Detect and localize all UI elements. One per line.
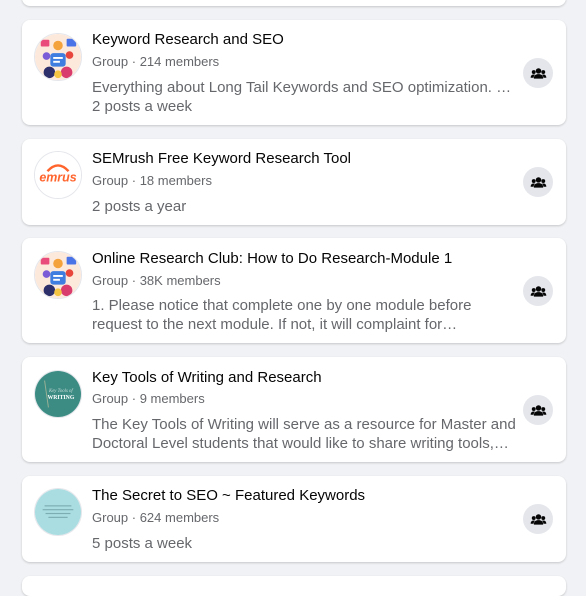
svg-text:Key Tools of: Key Tools of	[48, 389, 73, 394]
group-name[interactable]: Key Tools of Writing and Research	[92, 369, 516, 386]
member-count: 9 members	[139, 391, 205, 406]
description-line: Everything about Long Tail Keywords and …	[92, 79, 516, 96]
group-avatar[interactable]: emrus	[34, 151, 82, 199]
group-meta: Group · 624 members	[92, 510, 516, 525]
group-type: Group	[92, 510, 129, 525]
meta-separator: ·	[128, 173, 140, 188]
description-line: request to the next module. If not, it w…	[92, 316, 458, 333]
group-meta: Group · 18 members	[92, 173, 516, 188]
group-type: Group	[92, 173, 129, 188]
group-action-button[interactable]	[523, 395, 553, 425]
semrush-logo-text: emrus	[39, 171, 76, 185]
meta-separator: ·	[128, 510, 140, 525]
people-icon	[530, 285, 546, 297]
group-meta: Group · 38K members	[92, 273, 516, 288]
group-action-button[interactable]	[523, 167, 553, 197]
people-icon	[530, 176, 546, 188]
group-description: 1. Please notice that complete one by on…	[92, 296, 516, 334]
group-card[interactable]: emrus SEMrush Free Keyword Research Tool…	[22, 139, 566, 225]
post-frequency: 5 posts a week	[92, 535, 193, 552]
meta-separator: ·	[128, 391, 140, 406]
member-count: 214 members	[139, 54, 220, 69]
group-name[interactable]: SEMrush Free Keyword Research Tool	[92, 150, 516, 167]
group-avatar[interactable]: Key Tools of WRITING	[34, 370, 82, 418]
group-action-button[interactable]	[523, 58, 553, 88]
description-line: 1. Please notice that complete one by on…	[92, 297, 472, 314]
group-avatar[interactable]	[34, 251, 82, 299]
group-description: 2 posts a year	[92, 197, 516, 216]
group-card[interactable]: Key Tools of WRITING Key Tools of Writin…	[22, 357, 566, 462]
post-frequency: 2 posts a week	[92, 98, 193, 115]
meta-separator: ·	[128, 273, 140, 288]
description-line: The Key Tools of Writing will serve as a…	[92, 416, 516, 433]
group-description: The Key Tools of Writing will serve as a…	[92, 415, 516, 453]
group-meta: Group · 214 members	[92, 54, 516, 69]
group-name[interactable]: Online Research Club: How to Do Research…	[92, 250, 516, 267]
group-card[interactable]: The Secret to SEO ~ Featured Keywords Gr…	[22, 476, 566, 562]
group-description: 5 posts a week	[92, 534, 516, 553]
group-meta: Group · 9 members	[92, 391, 516, 406]
group-avatar[interactable]	[34, 488, 82, 536]
post-frequency: 2 posts a year	[92, 198, 187, 215]
people-icon	[530, 67, 546, 79]
description-line: Doctoral Level students that would like …	[92, 435, 509, 452]
meta-separator: ·	[128, 54, 140, 69]
group-name[interactable]: Keyword Research and SEO	[92, 31, 516, 48]
group-type: Group	[92, 54, 129, 69]
group-description: Everything about Long Tail Keywords and …	[92, 78, 516, 116]
member-count: 624 members	[139, 510, 220, 525]
people-icon	[530, 513, 546, 525]
member-count: 38K members	[139, 273, 221, 288]
group-action-button[interactable]	[523, 276, 553, 306]
group-type: Group	[92, 391, 129, 406]
member-count: 18 members	[139, 173, 212, 188]
group-card-partial-top[interactable]	[22, 0, 566, 6]
group-card[interactable]: Keyword Research and SEO Group · 214 mem…	[22, 20, 566, 125]
group-avatar[interactable]	[34, 33, 82, 81]
group-name[interactable]: The Secret to SEO ~ Featured Keywords	[92, 487, 516, 504]
group-card-partial-bottom[interactable]	[22, 576, 566, 596]
group-action-button[interactable]	[523, 504, 553, 534]
group-type: Group	[92, 273, 129, 288]
writing-avatar-text: WRITING	[47, 395, 74, 401]
people-icon	[530, 404, 546, 416]
group-card[interactable]: Online Research Club: How to Do Research…	[22, 238, 566, 343]
